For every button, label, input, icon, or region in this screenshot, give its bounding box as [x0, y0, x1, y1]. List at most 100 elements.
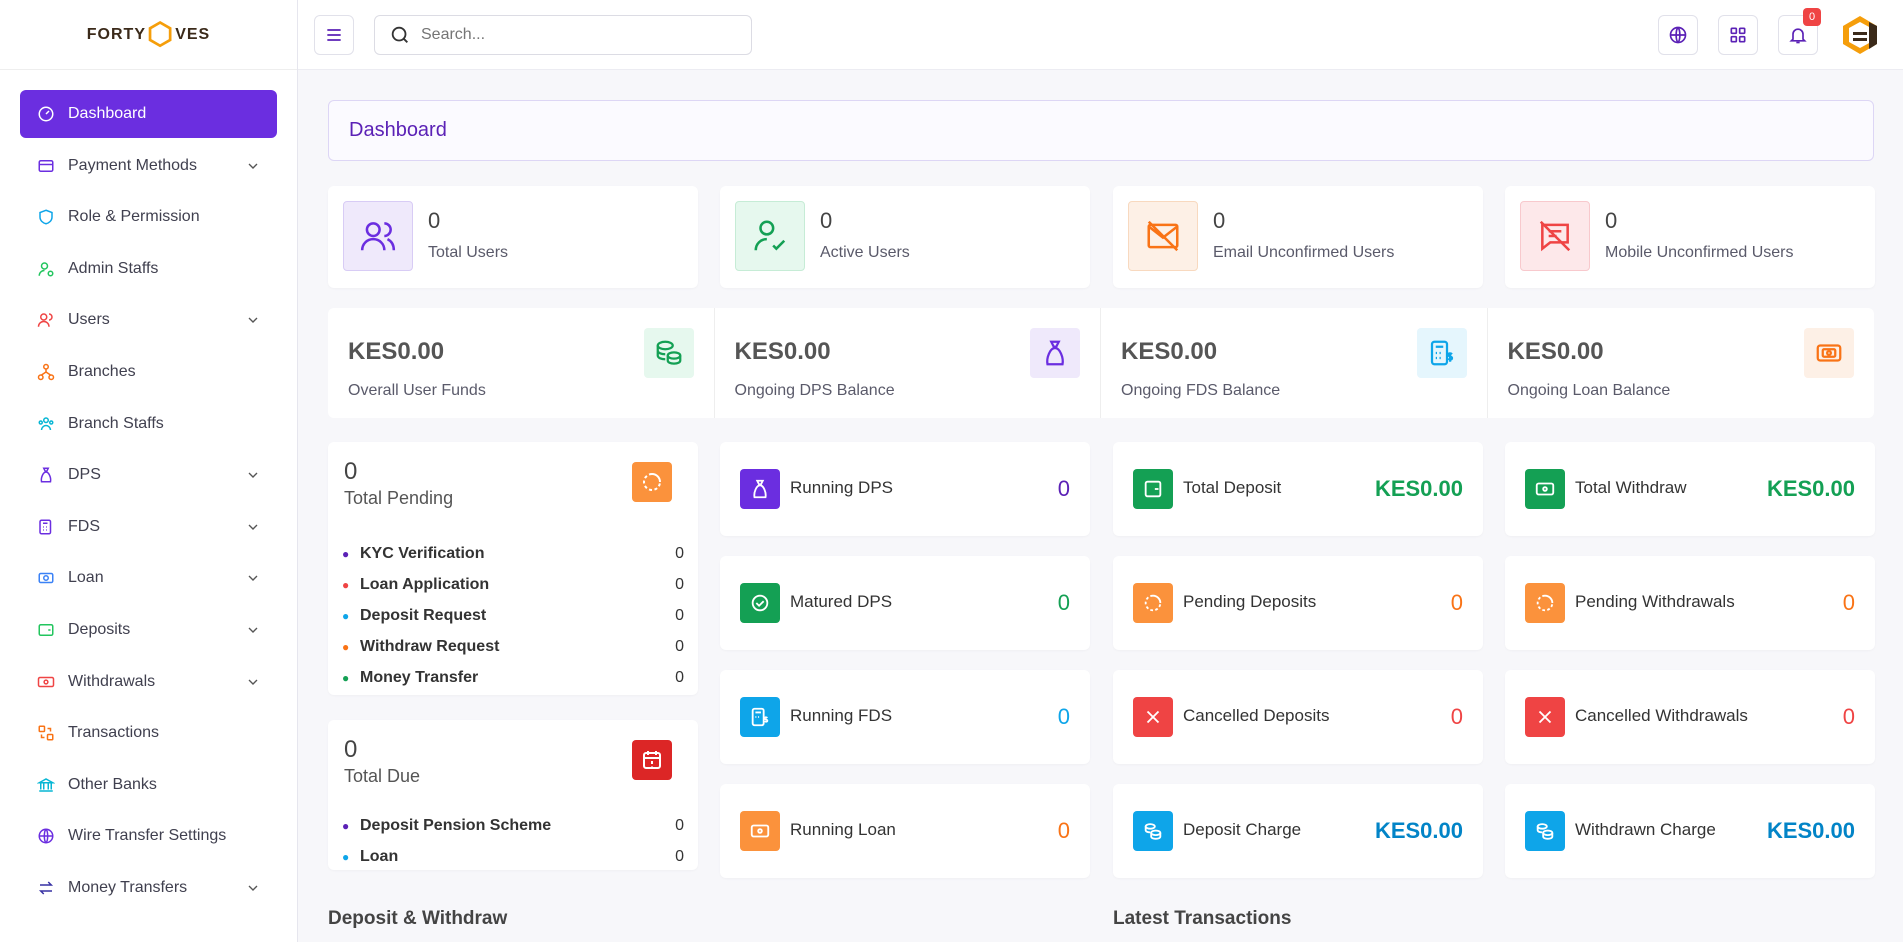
search-input[interactable] [421, 26, 721, 44]
chevron-down-icon [248, 472, 258, 479]
sidebar-item-loan[interactable]: Loan [20, 554, 277, 602]
row-value: 0 [675, 847, 684, 865]
row-value: 0 [675, 668, 684, 686]
chevron-down-icon [248, 679, 258, 685]
user-check-icon [735, 201, 805, 271]
loan-icon [36, 568, 56, 588]
stat-card-active-users[interactable]: 0 Active Users [720, 186, 1090, 288]
metric-label: Deposit Charge [1183, 820, 1302, 839]
sidebar-item-label: Admin Staffs [68, 259, 159, 277]
fund-ongoing-dps[interactable]: KES0.00 Ongoing DPS Balance [715, 308, 1101, 418]
pending-row-kyc[interactable]: ● KYC Verification 0 [342, 538, 684, 569]
pending-row-money-transfer[interactable]: ● Money Transfer 0 [342, 662, 684, 693]
sidebar-item-admin-staffs[interactable]: Admin Staffs [20, 245, 277, 293]
cash-icon [36, 672, 56, 692]
avatar[interactable] [1838, 13, 1882, 57]
bullet-icon: ● [342, 608, 350, 623]
sidebar-item-other-banks[interactable]: Other Banks [20, 761, 277, 809]
apps-grid-button[interactable] [1718, 15, 1758, 55]
main-content: Dashboard 0 Total Users 0 Active Users 0… [298, 70, 1903, 942]
row-value: 0 [675, 637, 684, 655]
chevron-down-icon [248, 575, 258, 582]
metric-pending-deposits[interactable]: Pending Deposits 0 [1113, 556, 1483, 650]
sidebar-item-dps[interactable]: DPS [20, 451, 277, 499]
sidebar-item-dashboard[interactable]: Dashboard [20, 90, 277, 138]
search-box[interactable] [374, 15, 752, 55]
wallet-icon [36, 620, 56, 640]
stat-card-email-unconfirmed[interactable]: 0 Email Unconfirmed Users [1113, 186, 1483, 288]
metric-label: Pending Deposits [1183, 592, 1317, 611]
stat-label: Active Users [820, 244, 910, 261]
coins-icon [1525, 811, 1565, 851]
globe-icon [1669, 26, 1687, 44]
row-label: KYC Verification [360, 544, 485, 562]
sidebar-item-payment-methods[interactable]: Payment Methods [20, 142, 277, 190]
sidebar-item-role-permission[interactable]: Role & Permission [20, 193, 277, 241]
chevron-down-icon [248, 524, 258, 530]
bell-icon [1789, 28, 1807, 44]
metric-running-loan[interactable]: Running Loan 0 [720, 784, 1090, 878]
metric-cancelled-deposits[interactable]: Cancelled Deposits 0 [1113, 670, 1483, 764]
pending-spinner-icon [1133, 583, 1173, 623]
fund-overall-user-funds[interactable]: KES0.00 Overall User Funds [328, 308, 715, 418]
brand-logo[interactable]: FORTY ⬡ VES [0, 0, 297, 70]
sidebar-item-branches[interactable]: Branches [20, 348, 277, 396]
sidebar-item-money-transfers[interactable]: Money Transfers [20, 864, 277, 912]
pending-row-loan-application[interactable]: ● Loan Application 0 [342, 569, 684, 600]
sidebar-item-deposits[interactable]: Deposits [20, 606, 277, 654]
row-value: 0 [675, 606, 684, 624]
bullet-icon: ● [342, 546, 350, 561]
metric-label: Withdrawn Charge [1575, 820, 1716, 839]
section-title-latest-transactions: Latest Transactions [1113, 908, 1292, 929]
fund-ongoing-fds[interactable]: KES0.00 Ongoing FDS Balance [1101, 308, 1488, 418]
sidebar-item-label: FDS [68, 517, 100, 535]
due-list: ● Deposit Pension Scheme 0 ● Loan 0 [342, 810, 684, 872]
metric-cancelled-withdrawals[interactable]: Cancelled Withdrawals 0 [1505, 670, 1875, 764]
metric-pending-withdrawals[interactable]: Pending Withdrawals 0 [1505, 556, 1875, 650]
sidebar-item-label: Branches [68, 362, 136, 380]
row-label: Deposit Request [360, 606, 487, 624]
metric-matured-dps[interactable]: Matured DPS 0 [720, 556, 1090, 650]
sidebar-item-label: Branch Staffs [68, 414, 164, 432]
top-header: 0 [298, 0, 1903, 70]
metric-total-deposit[interactable]: Total Deposit KES0.00 [1113, 442, 1483, 536]
stat-value: 0 [820, 208, 833, 233]
metric-label: Running FDS [790, 706, 893, 725]
fund-ongoing-loan[interactable]: KES0.00 Ongoing Loan Balance [1488, 308, 1875, 418]
money-bag-icon [740, 469, 780, 509]
pending-row-deposit-request[interactable]: ● Deposit Request 0 [342, 600, 684, 631]
stat-card-total-users[interactable]: 0 Total Users [328, 186, 698, 288]
metric-label: Total Withdraw [1575, 478, 1687, 497]
sidebar-item-wire-transfer-settings[interactable]: Wire Transfer Settings [20, 812, 277, 860]
bullet-icon: ● [342, 670, 350, 685]
sidebar-item-users[interactable]: Users [20, 296, 277, 344]
sidebar-item-transactions[interactable]: Transactions [20, 709, 277, 757]
pending-row-withdraw-request[interactable]: ● Withdraw Request 0 [342, 631, 684, 662]
metric-deposit-charge[interactable]: Deposit Charge KES0.00 [1113, 784, 1483, 878]
cash-icon [1525, 469, 1565, 509]
sidebar-item-withdrawals[interactable]: Withdrawals [20, 658, 277, 706]
fund-label: Overall User Funds [348, 382, 486, 399]
check-circle-icon [740, 583, 780, 623]
chevron-down-icon [248, 163, 258, 169]
metric-total-withdraw[interactable]: Total Withdraw KES0.00 [1505, 442, 1875, 536]
sidebar-item-fds[interactable]: FDS [20, 503, 277, 551]
fund-label: Ongoing DPS Balance [734, 382, 895, 399]
metric-running-fds[interactable]: Running FDS 0 [720, 670, 1090, 764]
metric-withdrawn-charge[interactable]: Withdrawn Charge KES0.00 [1505, 784, 1875, 878]
stat-label: Mobile Unconfirmed Users [1605, 244, 1794, 261]
calculator-icon [36, 517, 56, 537]
due-row-loan[interactable]: ● Loan 0 [342, 841, 684, 872]
sidebar-item-label: Loan [68, 569, 104, 587]
language-button[interactable] [1658, 15, 1698, 55]
section-title-deposit-withdraw: Deposit & Withdraw [328, 908, 508, 929]
sidebar-item-branch-staffs[interactable]: Branch Staffs [20, 400, 277, 448]
metric-running-dps[interactable]: Running DPS 0 [720, 442, 1090, 536]
search-icon [391, 26, 408, 43]
notifications-button[interactable]: 0 [1778, 8, 1821, 55]
pending-list: ● KYC Verification 0 ● Loan Application 0 ● D… [342, 538, 684, 693]
stat-card-mobile-unconfirmed[interactable]: 0 Mobile Unconfirmed Users [1505, 186, 1875, 288]
menu-toggle-button[interactable] [314, 15, 354, 55]
due-row-deposit-pension-scheme[interactable]: ● Deposit Pension Scheme 0 [342, 810, 684, 841]
row-label: Deposit Pension Scheme [360, 816, 552, 834]
